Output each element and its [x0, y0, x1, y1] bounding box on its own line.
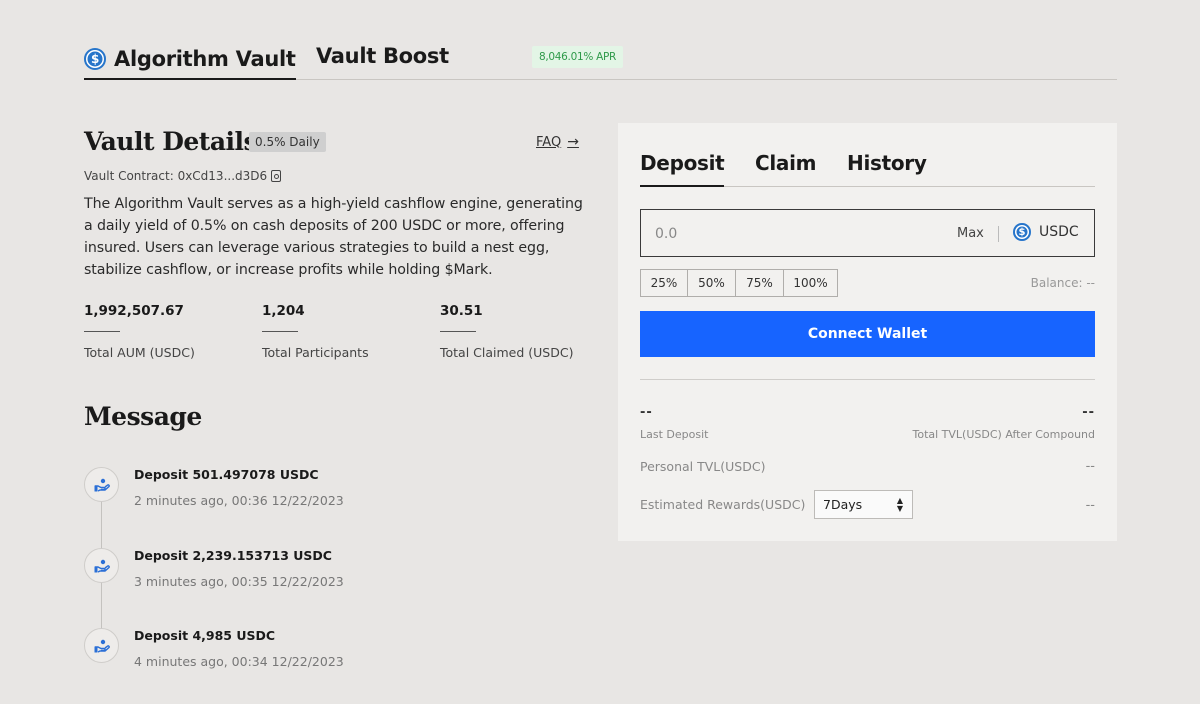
stat-divider	[262, 331, 298, 332]
arrow-right-icon: →	[567, 134, 579, 150]
personal-tvl-value: --	[1085, 459, 1095, 474]
list-item: Deposit 2,239.153713 USDC 3 minutes ago,…	[84, 548, 564, 598]
list-item: Deposit 501.497078 USDC 2 minutes ago, 0…	[84, 467, 564, 517]
deposit-hand-icon	[84, 548, 119, 583]
percent-50-button[interactable]: 50%	[687, 269, 736, 297]
stat-total-claimed: 30.51 Total Claimed (USDC)	[440, 303, 573, 360]
vault-description: The Algorithm Vault serves as a high-yie…	[84, 196, 583, 278]
message-time: 2 minutes ago, 00:36 12/22/2023	[134, 493, 344, 508]
max-button[interactable]: Max	[957, 226, 984, 241]
daily-yield-badge: 0.5% Daily	[249, 132, 326, 152]
stat-total-participants: 1,204 Total Participants	[262, 303, 369, 360]
tab-vault-boost-label: Vault Boost	[316, 44, 449, 68]
apr-badge: 8,046.01% APR	[532, 46, 623, 68]
divider	[998, 226, 999, 242]
stat-label: Total AUM (USDC)	[84, 345, 195, 360]
stat-value: 1,992,507.67	[84, 303, 184, 319]
copy-icon[interactable]	[271, 170, 282, 182]
tab-deposit[interactable]: Deposit	[640, 151, 725, 187]
chevron-up-down-icon: ▲ ▼	[896, 496, 903, 513]
stat-value: 30.51	[440, 303, 483, 319]
faq-link[interactable]: FAQ →	[536, 134, 579, 150]
stat-divider	[84, 331, 120, 332]
stat-label: Total Participants	[262, 345, 369, 360]
amount-field: Max $ USDC	[640, 209, 1095, 257]
tab-claim[interactable]: Claim	[755, 151, 817, 175]
tab-algorithm-vault-label: Algorithm Vault	[114, 47, 296, 71]
deposit-hand-icon	[84, 467, 119, 502]
rewards-period-select[interactable]: 7Days ▲ ▼	[814, 490, 913, 519]
stat-value: 1,204	[262, 303, 305, 319]
percent-75-button[interactable]: 75%	[735, 269, 784, 297]
connect-wallet-button[interactable]: Connect Wallet	[640, 311, 1095, 357]
message-time: 3 minutes ago, 00:35 12/22/2023	[134, 574, 344, 589]
personal-tvl-label: Personal TVL(USDC)	[640, 459, 766, 474]
usdc-coin-icon: $	[84, 48, 106, 70]
stat-label: Total Claimed (USDC)	[440, 345, 574, 360]
rewards-period-value: 7Days	[823, 497, 863, 512]
deposit-hand-icon	[84, 628, 119, 663]
message-title: Message	[84, 402, 202, 431]
tab-algorithm-vault[interactable]: $ Algorithm Vault	[84, 44, 296, 80]
amount-input[interactable]	[655, 222, 895, 246]
message-time: 4 minutes ago, 00:34 12/22/2023	[134, 654, 344, 669]
stat-total-aum: 1,992,507.67 Total AUM (USDC)	[84, 303, 195, 360]
message-heading: Deposit 4,985 USDC	[134, 628, 276, 643]
message-heading: Deposit 501.497078 USDC	[134, 467, 319, 482]
percent-buttons: 25% 50% 75% 100%	[640, 269, 838, 297]
last-deposit-label: Last Deposit	[640, 428, 709, 441]
percent-25-button[interactable]: 25%	[640, 269, 688, 297]
token-label: USDC	[1039, 224, 1079, 240]
message-heading: Deposit 2,239.153713 USDC	[134, 548, 332, 563]
vault-contract-text: Vault Contract: 0xCd13...d3D6	[84, 169, 268, 183]
estimated-rewards-label: Estimated Rewards(USDC)	[640, 497, 806, 512]
list-item: Deposit 4,985 USDC 4 minutes ago, 00:34 …	[84, 628, 564, 678]
estimated-rewards-value: --	[1085, 498, 1095, 513]
deposit-panel: Deposit Claim History Max $ USDC 25% 50%…	[618, 123, 1117, 541]
stat-divider	[440, 331, 476, 332]
balance-text: Balance: --	[1030, 276, 1095, 290]
tab-history[interactable]: History	[847, 151, 927, 175]
percent-100-button[interactable]: 100%	[783, 269, 838, 297]
tvl-after-compound-label: Total TVL(USDC) After Compound	[912, 428, 1096, 441]
top-tabs: $ Algorithm Vault Vault Boost 8,046.01% …	[84, 40, 1117, 80]
last-deposit-value: --	[640, 405, 653, 420]
vault-details-title: Vault Details	[84, 127, 258, 156]
tvl-after-compound-value: --	[1082, 405, 1095, 420]
divider	[640, 379, 1095, 380]
token-selector: $ USDC	[1013, 223, 1079, 241]
tab-vault-boost[interactable]: Vault Boost	[316, 44, 449, 68]
vault-contract: Vault Contract: 0xCd13...d3D6	[84, 169, 282, 183]
usdc-coin-icon: $	[1013, 223, 1031, 241]
panel-tabs: Deposit Claim History	[640, 151, 1095, 187]
faq-label: FAQ	[536, 134, 562, 150]
